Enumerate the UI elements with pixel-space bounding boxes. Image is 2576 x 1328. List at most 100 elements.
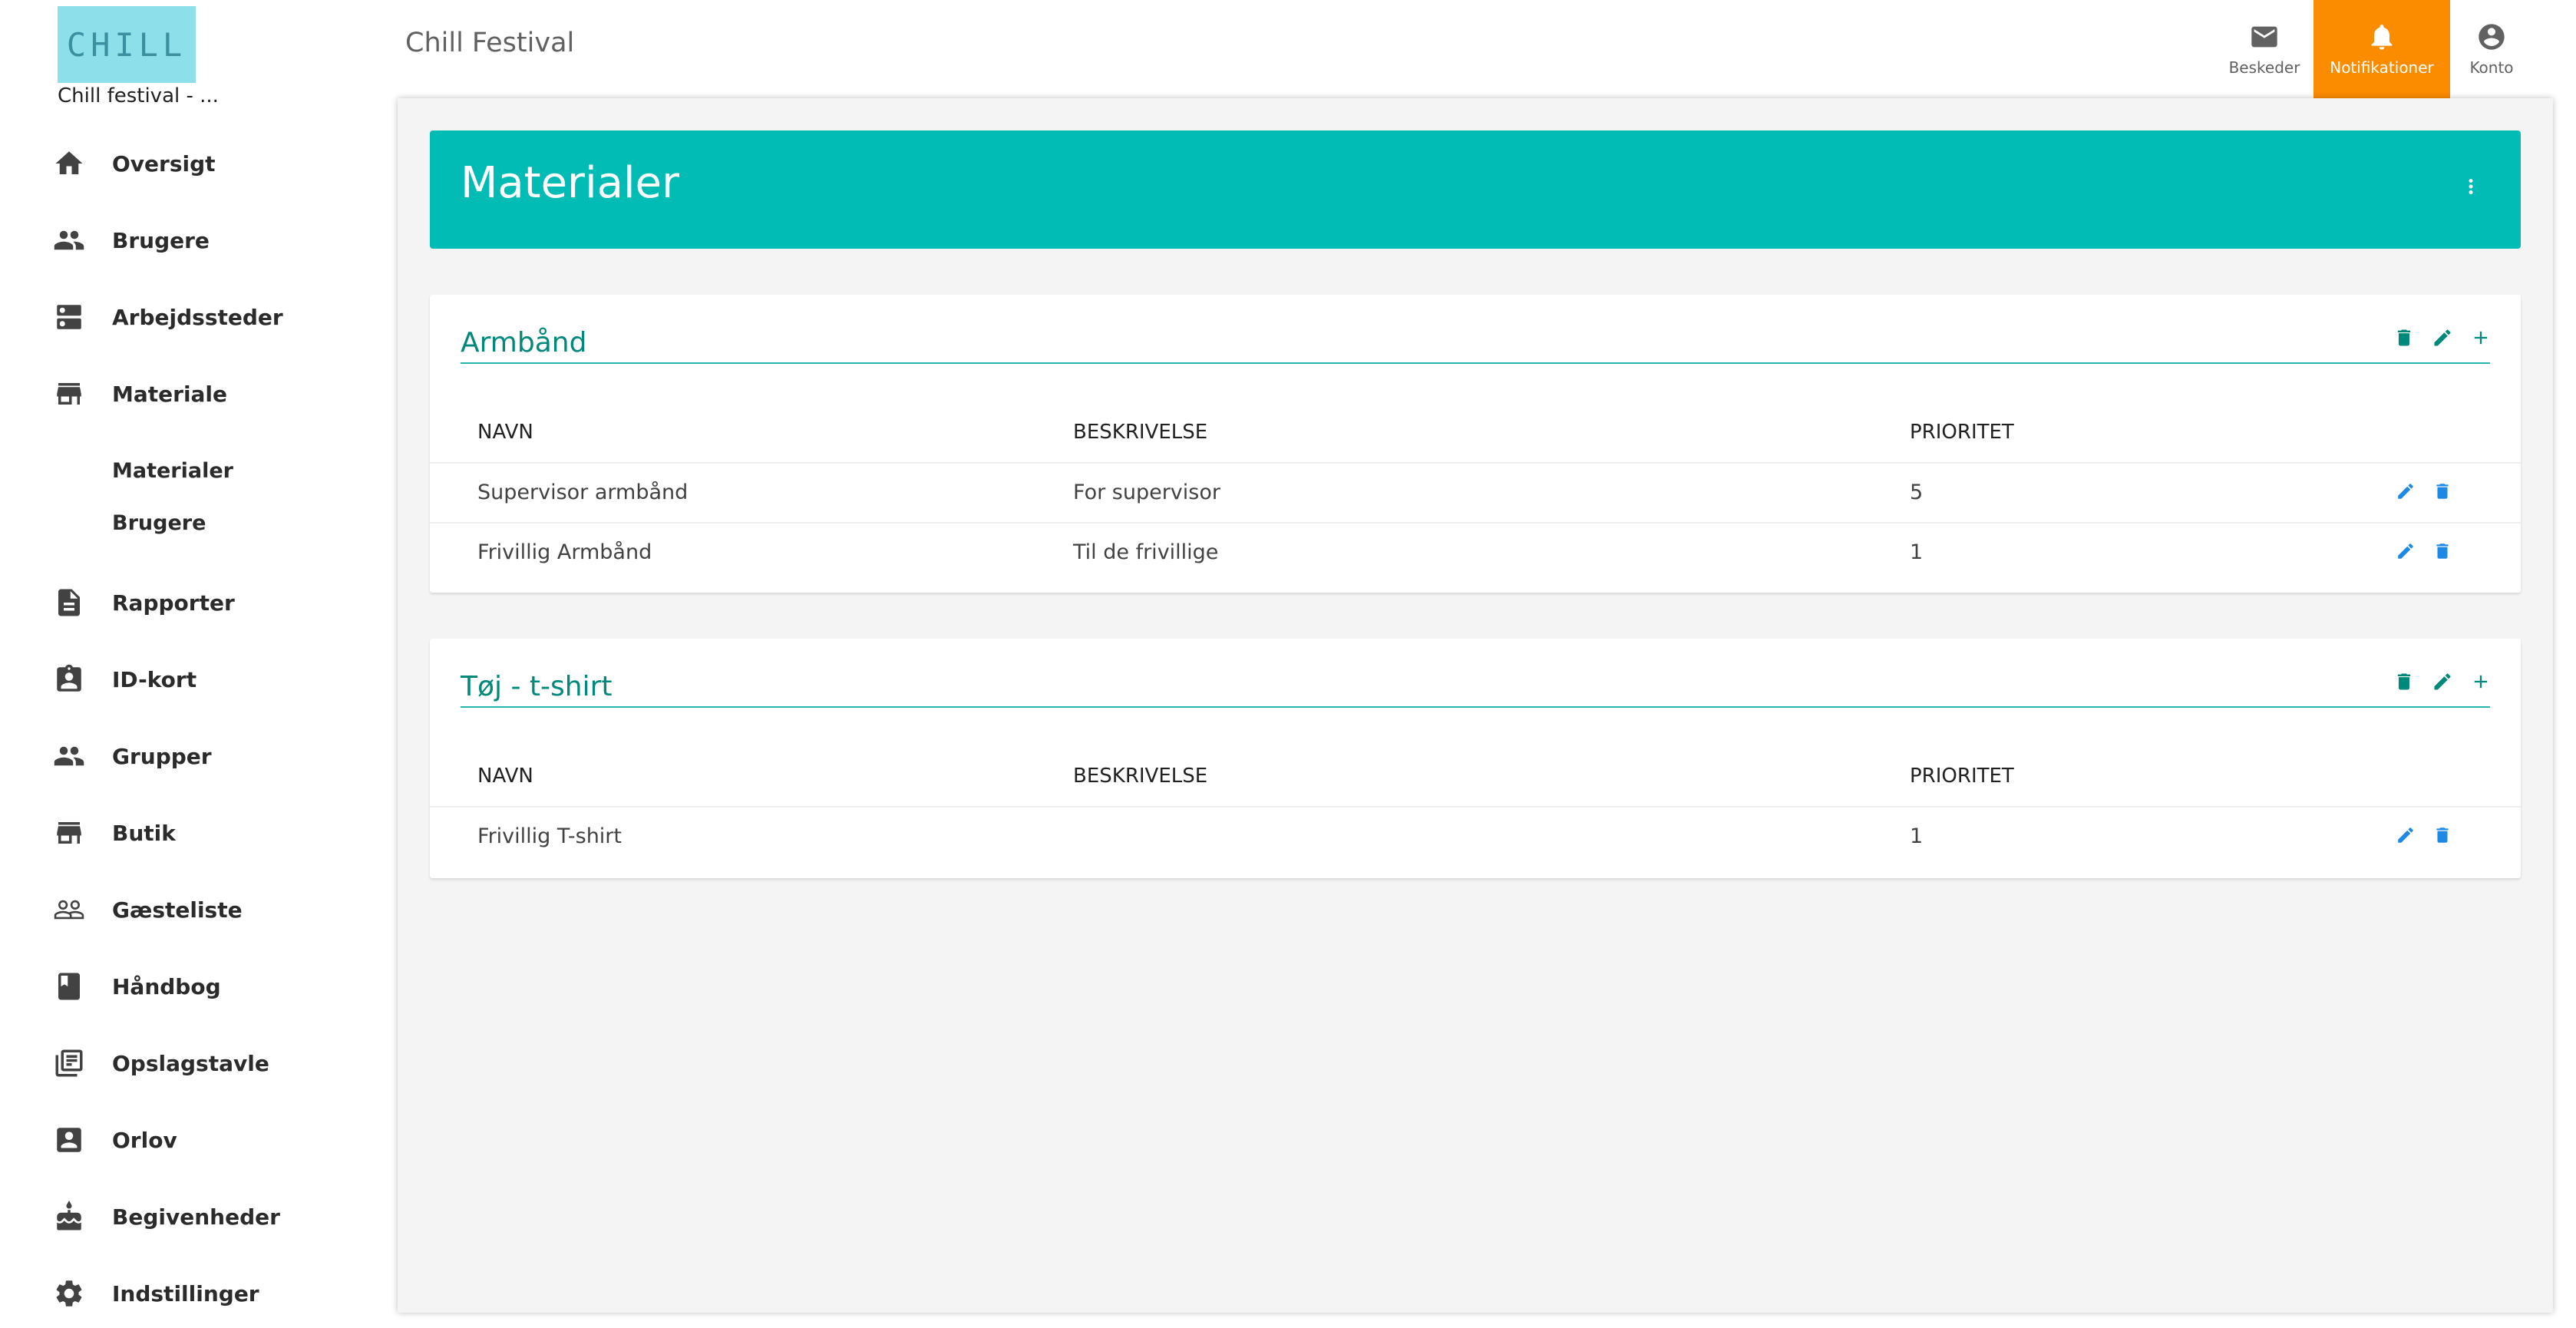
sidebar-item-label: Rapporter bbox=[112, 590, 235, 616]
category-actions bbox=[2392, 325, 2493, 350]
sidebar-item-rapporter[interactable]: Rapporter bbox=[0, 568, 384, 637]
mail-icon bbox=[2251, 26, 2277, 48]
sidebar-item-opslagstavle[interactable]: Opslagstavle bbox=[0, 1029, 384, 1098]
sidebar-item-grupper[interactable]: Grupper bbox=[0, 722, 384, 791]
sidebar-item-label: Brugere bbox=[112, 227, 210, 253]
logo[interactable]: CHILL bbox=[58, 6, 196, 83]
sidebar-item-materiale[interactable]: Materiale bbox=[0, 359, 384, 428]
sidebar-item-label: Arbejdssteder bbox=[112, 304, 283, 330]
column-header-priority[interactable]: PRIORITET bbox=[1910, 421, 2014, 444]
delete-category-button[interactable] bbox=[2392, 669, 2416, 694]
people-icon bbox=[52, 223, 86, 257]
sidebar-item-indstillinger[interactable]: Indstillinger bbox=[0, 1259, 384, 1328]
pencil-icon bbox=[2398, 543, 2413, 559]
store-icon bbox=[52, 377, 86, 411]
sidebar-subitem-materialer[interactable]: Materialer bbox=[112, 459, 233, 483]
category-title: Tøj - t-shirt bbox=[461, 671, 613, 702]
people-icon bbox=[52, 739, 86, 773]
category-title: Armbånd bbox=[461, 327, 587, 358]
plus-icon bbox=[2474, 331, 2488, 345]
trash-icon bbox=[2436, 484, 2449, 499]
sidebar-item-gaesteliste[interactable]: Gæsteliste bbox=[0, 875, 384, 944]
sidebar-item-label: Butik bbox=[112, 820, 176, 846]
sidebar-subitem-brugere[interactable]: Brugere bbox=[112, 511, 206, 535]
pencil-icon bbox=[2398, 484, 2413, 499]
material-description: Til de frivillige bbox=[1073, 540, 1219, 564]
edit-category-button[interactable] bbox=[2430, 325, 2455, 350]
edit-material-button[interactable] bbox=[2393, 823, 2418, 847]
sidebar-item-label: Orlov bbox=[112, 1127, 177, 1153]
category-divider bbox=[461, 706, 2490, 708]
add-material-button[interactable] bbox=[2469, 325, 2493, 350]
add-material-button[interactable] bbox=[2469, 669, 2493, 694]
trash-icon bbox=[2397, 329, 2411, 346]
table-header: NAVN BESKRIVELSE PRIORITET bbox=[430, 748, 2521, 808]
more-vert-icon bbox=[2469, 179, 2473, 194]
pencil-icon bbox=[2434, 673, 2451, 690]
messages-button[interactable]: Beskeder bbox=[2217, 0, 2312, 98]
column-header-description[interactable]: BESKRIVELSE bbox=[1073, 765, 1207, 788]
top-bar: Chill Festival Beskeder Notifikationer K… bbox=[384, 0, 2576, 98]
sidebar-item-haandbog[interactable]: Håndbog bbox=[0, 952, 384, 1021]
category-actions bbox=[2392, 669, 2493, 694]
sidebar-item-id-kort[interactable]: ID-kort bbox=[0, 645, 384, 714]
contact-icon bbox=[52, 1123, 86, 1157]
trash-icon bbox=[2436, 543, 2449, 559]
pencil-icon bbox=[2398, 828, 2413, 843]
table-row: Frivillig T-shirt 1 bbox=[430, 808, 2521, 866]
sidebar-item-brugere[interactable]: Brugere bbox=[0, 206, 384, 275]
sidebar-item-label: Gæsteliste bbox=[112, 897, 243, 923]
trash-icon bbox=[2436, 828, 2449, 843]
page-title: Materialer bbox=[461, 158, 679, 208]
badge-icon bbox=[52, 662, 86, 696]
category-card-toej-tshirt: Tøj - t-shirt NAVN BESKRIVELSE PRIORITET… bbox=[430, 639, 2521, 878]
notifications-label: Notifikationer bbox=[2330, 58, 2434, 77]
store-icon bbox=[52, 816, 86, 850]
cake-icon bbox=[52, 1200, 86, 1234]
more-options-button[interactable] bbox=[2459, 167, 2482, 206]
sidebar-item-label: Grupper bbox=[112, 743, 212, 769]
material-description: For supervisor bbox=[1073, 481, 1220, 504]
sidebar-item-begivenheder[interactable]: Begivenheder bbox=[0, 1182, 384, 1251]
edit-material-button[interactable] bbox=[2393, 479, 2418, 504]
messages-label: Beskeder bbox=[2228, 58, 2300, 77]
material-priority: 5 bbox=[1910, 481, 1924, 504]
account-button[interactable]: Konto bbox=[2453, 0, 2530, 98]
notifications-button[interactable]: Notifikationer bbox=[2313, 0, 2450, 98]
column-header-name[interactable]: NAVN bbox=[477, 421, 533, 444]
material-name: Supervisor armbånd bbox=[477, 481, 689, 504]
edit-category-button[interactable] bbox=[2430, 669, 2455, 694]
delete-material-button[interactable] bbox=[2430, 823, 2455, 847]
delete-material-button[interactable] bbox=[2430, 539, 2455, 563]
delete-material-button[interactable] bbox=[2430, 479, 2455, 504]
pencil-icon bbox=[2434, 329, 2451, 346]
material-name: Frivillig T-shirt bbox=[477, 824, 622, 848]
column-header-description[interactable]: BESKRIVELSE bbox=[1073, 421, 1207, 444]
app-title: Chill Festival bbox=[405, 28, 575, 58]
sidebar-item-label: ID-kort bbox=[112, 666, 197, 692]
sidebar-item-butik[interactable]: Butik bbox=[0, 798, 384, 867]
sidebar-item-arbejdssteder[interactable]: Arbejdssteder bbox=[0, 282, 384, 352]
column-header-name[interactable]: NAVN bbox=[477, 765, 533, 788]
sidebar-item-oversigt[interactable]: Oversigt bbox=[0, 129, 384, 198]
table-header: NAVN BESKRIVELSE PRIORITET bbox=[430, 404, 2521, 464]
delete-category-button[interactable] bbox=[2392, 325, 2416, 350]
bell-icon bbox=[2371, 25, 2393, 50]
account-circle-icon bbox=[2479, 24, 2505, 50]
material-priority: 1 bbox=[1910, 540, 1924, 564]
gear-icon bbox=[52, 1277, 86, 1310]
edit-material-button[interactable] bbox=[2393, 539, 2418, 563]
description-icon bbox=[52, 586, 86, 619]
material-priority: 1 bbox=[1910, 824, 1924, 848]
account-label: Konto bbox=[2469, 58, 2514, 77]
org-name[interactable]: Chill festival - ... bbox=[58, 84, 219, 107]
sidebar-item-label: Indstillinger bbox=[112, 1280, 259, 1307]
people-outline-icon bbox=[52, 893, 86, 927]
material-name: Frivillig Armbånd bbox=[477, 540, 652, 564]
sidebar-item-label: Oversigt bbox=[112, 150, 216, 177]
plus-icon bbox=[2474, 675, 2488, 689]
sidebar-item-orlov[interactable]: Orlov bbox=[0, 1105, 384, 1174]
dns-icon bbox=[52, 300, 86, 334]
column-header-priority[interactable]: PRIORITET bbox=[1910, 765, 2014, 788]
table-row: Frivillig Armbånd Til de frivillige 1 bbox=[430, 524, 2521, 582]
